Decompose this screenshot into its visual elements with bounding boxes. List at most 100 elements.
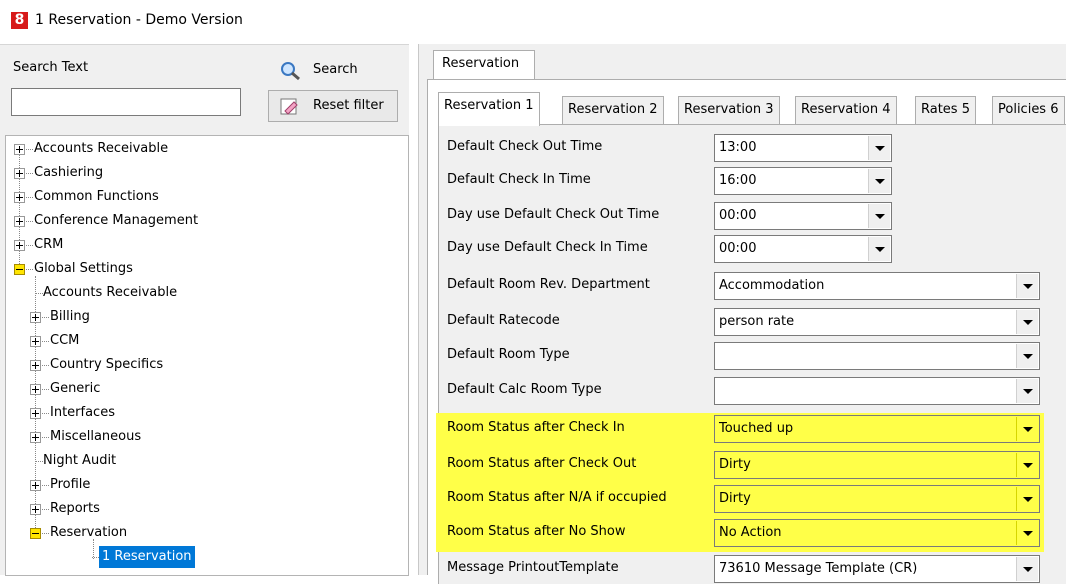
app-logo-icon: 8 [11, 12, 28, 29]
chevron-down-icon[interactable] [1016, 417, 1038, 441]
chevron-down-icon[interactable] [1016, 453, 1038, 477]
tree-connector [42, 341, 49, 342]
chevron-down-icon[interactable] [1016, 310, 1038, 334]
reset-filter-label: Reset filter [313, 98, 384, 113]
tree-connector [42, 437, 49, 438]
tree-item-label: Profile [50, 477, 91, 492]
chevron-down-icon[interactable] [868, 169, 890, 193]
expand-plus-icon[interactable] [30, 408, 41, 419]
search-text-label: Search Text [13, 60, 89, 75]
chevron-down-icon[interactable] [1016, 274, 1038, 298]
field-label: Message PrintoutTemplate [447, 560, 619, 575]
tree-item-label: CRM [34, 237, 64, 252]
dropdown-value: Dirty [719, 457, 751, 472]
search-input[interactable] [11, 88, 241, 116]
dropdown-day-use-default-check-out-time[interactable]: 00:00 [714, 202, 892, 230]
tab-reservation-4[interactable]: Reservation 4 [795, 96, 897, 124]
dropdown-room-status-after-check-out[interactable]: Dirty [714, 451, 1040, 479]
tree-item-label: Miscellaneous [50, 429, 142, 444]
title-bar: 8 1 Reservation - Demo Version [0, 0, 1066, 38]
dropdown-value: Accommodation [719, 278, 825, 293]
expand-plus-icon[interactable] [30, 504, 41, 515]
tree-connector [26, 269, 33, 270]
tab-reservation-3[interactable]: Reservation 3 [678, 96, 780, 124]
dropdown-room-status-after-n-a-if-occupied[interactable]: Dirty [714, 485, 1040, 513]
tree-item-label: Country Specifics [50, 357, 164, 372]
tree-connector [26, 221, 33, 222]
dropdown-default-ratecode[interactable]: person rate [714, 308, 1040, 336]
dropdown-value: person rate [719, 314, 795, 329]
tree-item-label: Common Functions [34, 189, 159, 204]
dropdown-default-room-rev-department[interactable]: Accommodation [714, 272, 1040, 300]
tab-reservation-1[interactable]: Reservation 1 [438, 92, 540, 126]
dropdown-value: 13:00 [719, 140, 757, 155]
dropdown-default-check-out-time[interactable]: 13:00 [714, 134, 892, 162]
tree-connector [26, 197, 33, 198]
dropdown-room-status-after-check-in[interactable]: Touched up [714, 415, 1040, 443]
dropdown-day-use-default-check-in-time[interactable]: 00:00 [714, 235, 892, 263]
dropdown-default-check-in-time[interactable]: 16:00 [714, 167, 892, 195]
dropdown-value: 00:00 [719, 208, 757, 223]
settings-tree[interactable]: Accounts Receivable Cashiering Common Func… [5, 135, 409, 576]
reset-filter-button[interactable]: Reset filter [268, 90, 398, 122]
tree-connector [42, 365, 49, 366]
tab-policies-6[interactable]: Policies 6 [992, 96, 1065, 124]
expand-plus-icon[interactable] [14, 168, 25, 179]
chevron-down-icon[interactable] [868, 237, 890, 261]
tab-rates-5[interactable]: Rates 5 [915, 96, 976, 124]
tree-item-label: Reports [50, 501, 100, 516]
tree-item-label: Global Settings [34, 261, 133, 276]
search-button-label: Search [313, 62, 358, 77]
dropdown-value: 16:00 [719, 173, 757, 188]
tree-item-label: CCM [50, 333, 80, 348]
tree-connector [42, 389, 49, 390]
tab-reservation[interactable]: Reservation [433, 50, 535, 80]
tree-item-label: Interfaces [50, 405, 115, 420]
chevron-down-icon[interactable] [1016, 487, 1038, 511]
expand-plus-icon[interactable] [14, 240, 25, 251]
chevron-down-icon[interactable] [868, 204, 890, 228]
dropdown-value: 73610 Message Template (CR) [719, 561, 918, 576]
tree-item-label: Night Audit [43, 453, 117, 468]
tree-connector [92, 557, 99, 558]
tree-connector [36, 293, 43, 294]
tab-reservation-2[interactable]: Reservation 2 [562, 96, 664, 124]
chevron-down-icon[interactable] [1016, 557, 1038, 581]
field-label: Day use Default Check Out Time [447, 207, 660, 222]
field-label: Default Room Rev. Department [447, 277, 650, 292]
expand-plus-icon[interactable] [14, 144, 25, 155]
expand-plus-icon[interactable] [30, 360, 41, 371]
field-label: Default Room Type [447, 347, 570, 362]
chevron-down-icon[interactable] [1016, 344, 1038, 368]
search-button[interactable]: Search [268, 54, 398, 86]
expand-plus-icon[interactable] [30, 384, 41, 395]
field-label: Default Ratecode [447, 313, 560, 328]
dropdown-value: Dirty [719, 491, 751, 506]
field-label: Room Status after N/A if occupied [447, 490, 667, 505]
dropdown-room-status-after-no-show[interactable]: No Action [714, 519, 1040, 547]
dropdown-value: Touched up [719, 421, 794, 436]
chevron-down-icon[interactable] [1016, 379, 1038, 403]
chevron-down-icon[interactable] [1016, 521, 1038, 545]
collapse-minus-icon[interactable] [30, 528, 41, 539]
tree-item-label: Accounts Receivable [34, 141, 169, 156]
expand-plus-icon[interactable] [30, 480, 41, 491]
dropdown-message-printouttemplate[interactable]: 73610 Message Template (CR) [714, 555, 1040, 583]
expand-plus-icon[interactable] [30, 336, 41, 347]
field-label: Day use Default Check In Time [447, 240, 648, 255]
tree-item-label: Cashiering [34, 165, 104, 180]
expand-plus-icon[interactable] [30, 312, 41, 323]
dropdown-default-calc-room-type[interactable] [714, 377, 1040, 405]
expand-plus-icon[interactable] [14, 216, 25, 227]
tree-item-label: 1 Reservation [98, 545, 196, 569]
field-label: Default Calc Room Type [447, 382, 602, 397]
magnifier-icon [281, 62, 300, 81]
expand-plus-icon[interactable] [30, 432, 41, 443]
tree-connector [26, 149, 33, 150]
expand-plus-icon[interactable] [14, 192, 25, 203]
collapse-minus-icon[interactable] [14, 264, 25, 275]
dropdown-default-room-type[interactable] [714, 342, 1040, 370]
field-label: Room Status after Check In [447, 420, 625, 435]
left-pane: Search Text Search Reset filter Accounts… [0, 44, 409, 576]
chevron-down-icon[interactable] [868, 136, 890, 160]
